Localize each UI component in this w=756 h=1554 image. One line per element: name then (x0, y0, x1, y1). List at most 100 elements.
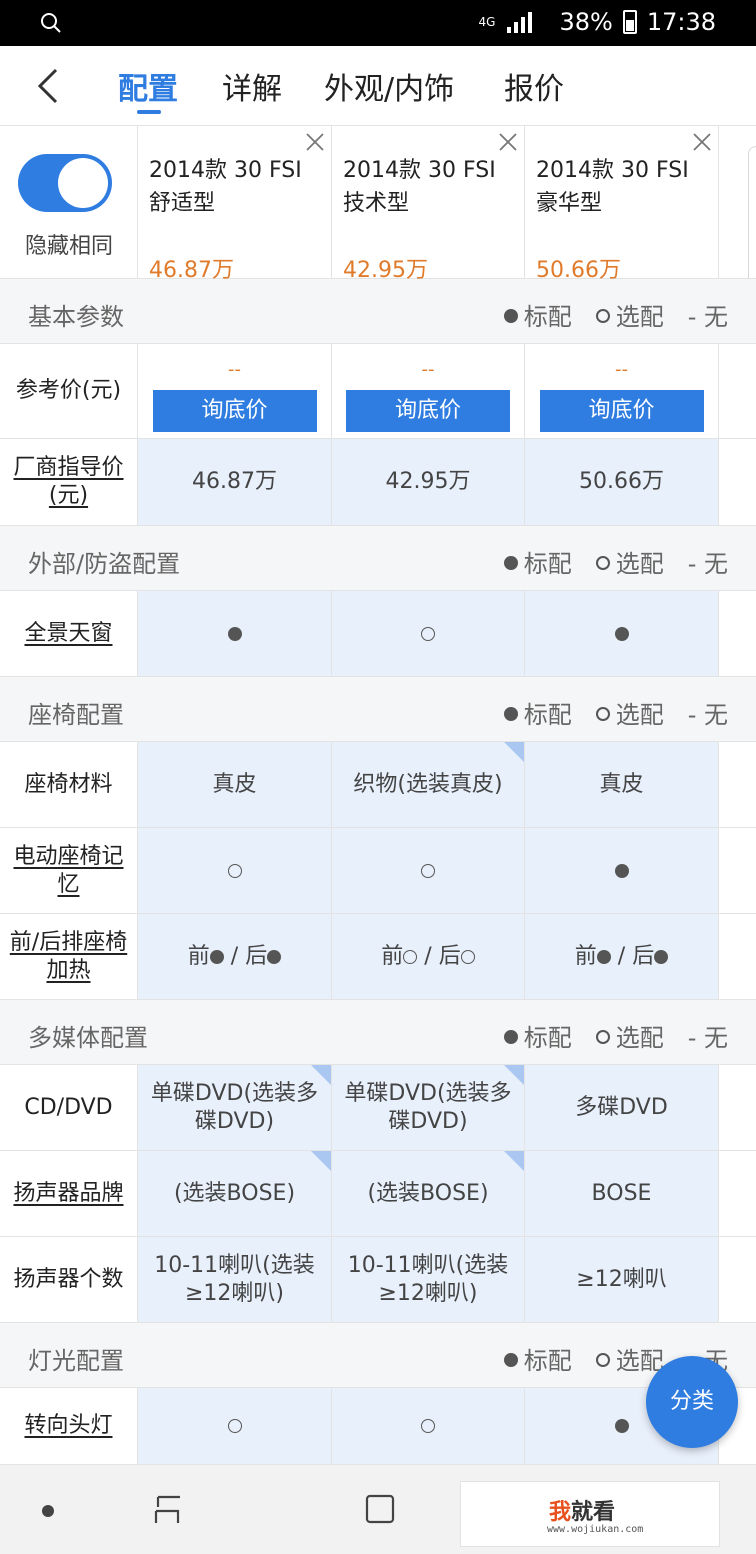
row-label: CD/DVD (0, 1065, 138, 1150)
section-header: 外部/防盗配置 标配 选配 - 无 (0, 526, 756, 591)
hollow-dot-icon (595, 556, 610, 570)
section-header: 灯光配置 标配 选配 - 无 (0, 1323, 756, 1388)
section-title: 外部/防盗配置 (28, 550, 181, 578)
filled-dot-icon (503, 707, 518, 721)
tab-price[interactable]: 报价 (504, 64, 564, 108)
row-label-link[interactable]: 前/后排座椅加热 (0, 914, 138, 999)
optional-ring-icon (403, 949, 418, 964)
legend-standard: 标配 (503, 1341, 572, 1376)
value-cell: 真皮 (525, 742, 719, 827)
optional-ring-icon (227, 1419, 242, 1433)
row-label-link[interactable]: 电动座椅记忆 (0, 828, 138, 913)
row-label-link[interactable]: 厂商指导价(元) (0, 439, 138, 525)
row-label-link[interactable]: 扬声器品牌 (0, 1151, 138, 1236)
filled-dot-icon (503, 309, 518, 323)
option-corner-marker (504, 1065, 524, 1085)
next-column-edge[interactable] (748, 146, 756, 279)
table-row: 转向头灯 (0, 1388, 756, 1465)
hollow-dot-icon (595, 1353, 610, 1367)
hide-same-label: 隐藏相同 (24, 234, 113, 259)
home-square-icon[interactable] (364, 1493, 396, 1525)
optional-ring-icon (421, 626, 435, 641)
hide-same-cell: 隐藏相同 (0, 126, 138, 279)
legend-optional: 选配 (595, 297, 664, 332)
optional-ring-icon (421, 863, 435, 878)
car-column: 2014款 30 FSI 舒适型 46.87万 (138, 126, 332, 283)
recent-apps-icon[interactable] (150, 1493, 186, 1527)
value-cell: 前 / 后 (332, 914, 525, 999)
hide-same-toggle[interactable] (18, 154, 112, 212)
toggle-knob (58, 158, 108, 208)
tab-details[interactable]: 详解 (222, 64, 282, 108)
search-icon (41, 13, 61, 33)
value-cell (332, 1388, 525, 1464)
car-column: 2014款 30 FSI 技术型 42.95万 (332, 126, 525, 283)
compare-header: 隐藏相同 2014款 30 FSI 舒适型 46.87万 2014款 30 FS… (0, 126, 756, 283)
row-label-link[interactable]: 转向头灯 (0, 1388, 138, 1464)
legend-none: - 无 (687, 1024, 728, 1052)
legend: 标配 选配 - 无 (503, 695, 728, 730)
legend-none: - 无 (687, 550, 728, 578)
standard-dot-icon (267, 949, 282, 964)
standard-dot-icon (209, 949, 224, 964)
tab-exterior-interior[interactable]: 外观/内饰 (324, 64, 454, 108)
value-cell (525, 591, 719, 676)
signal-icon (507, 12, 533, 33)
filled-dot-icon (503, 1030, 518, 1044)
ask-price-button[interactable]: 询底价 (539, 390, 704, 432)
value-cell (332, 591, 525, 676)
section-header: 座椅配置 标配 选配 - 无 (0, 677, 756, 742)
section-header: 多媒体配置 标配 选配 - 无 (0, 1000, 756, 1065)
value-cell: BOSE (525, 1151, 719, 1236)
legend-optional: 选配 (595, 1341, 664, 1376)
legend: 标配 选配 - 无 (503, 297, 728, 332)
value-cell: 前 / 后 (138, 914, 332, 999)
legend-standard: 标配 (503, 695, 572, 730)
legend: 标配 选配 - 无 (503, 544, 728, 579)
tab-config[interactable]: 配置 (118, 64, 178, 108)
row-label-link[interactable]: 全景天窗 (0, 591, 138, 676)
value-cell: ≥12喇叭 (525, 1237, 719, 1322)
ask-price-button[interactable]: 询底价 (346, 390, 510, 432)
legend-optional: 选配 (595, 695, 664, 730)
hollow-dot-icon (595, 309, 610, 323)
ref-price-value: -- (228, 359, 241, 380)
value-cell: 10-11喇叭(选装≥12喇叭) (138, 1237, 332, 1322)
option-corner-marker (311, 1151, 331, 1171)
category-fab[interactable]: 分类 (646, 1356, 738, 1448)
clock: 17:38 (646, 8, 716, 36)
price-cell: -- 询底价 (332, 344, 525, 438)
value-cell: 单碟DVD(选装多碟DVD) (138, 1065, 332, 1150)
value-cell (525, 828, 719, 913)
section-title: 座椅配置 (28, 701, 124, 729)
table-row: 前/后排座椅加热 前 / 后 前 / 后 前 / 后 (0, 914, 756, 1000)
table-row: CD/DVD 单碟DVD(选装多碟DVD) 单碟DVD(选装多碟DVD) 多碟D… (0, 1065, 756, 1151)
section-title: 多媒体配置 (28, 1024, 148, 1052)
legend-standard: 标配 (503, 544, 572, 579)
legend-optional: 选配 (595, 1018, 664, 1053)
table-row: 扬声器个数 10-11喇叭(选装≥12喇叭) 10-11喇叭(选装≥12喇叭) … (0, 1237, 756, 1323)
nav-dot-icon[interactable] (42, 1505, 54, 1517)
value-cell: 单碟DVD(选装多碟DVD) (332, 1065, 525, 1150)
standard-dot-icon (227, 626, 242, 641)
ref-price-value: -- (615, 359, 628, 380)
row-label: 参考价(元) (0, 344, 138, 438)
value-cell (138, 1388, 332, 1464)
standard-dot-icon (596, 949, 611, 964)
legend-none: - 无 (687, 701, 728, 729)
value-cell: 真皮 (138, 742, 332, 827)
legend-optional: 选配 (595, 544, 664, 579)
remove-car-icon[interactable] (692, 132, 712, 152)
value-cell: 46.87万 (138, 439, 332, 525)
watermark-url: www.wojiukan.com (547, 1524, 644, 1535)
back-arrow-icon[interactable] (34, 66, 64, 106)
battery-icon (622, 10, 637, 34)
value-cell: 42.95万 (332, 439, 525, 525)
remove-car-icon[interactable] (498, 132, 518, 152)
ask-price-button[interactable]: 询底价 (152, 390, 317, 432)
top-nav: 配置 详解 外观/内饰 报价 (0, 46, 756, 126)
active-tab-indicator (137, 110, 161, 114)
filled-dot-icon (503, 1353, 518, 1367)
option-corner-marker (504, 742, 524, 762)
remove-car-icon[interactable] (305, 132, 325, 152)
